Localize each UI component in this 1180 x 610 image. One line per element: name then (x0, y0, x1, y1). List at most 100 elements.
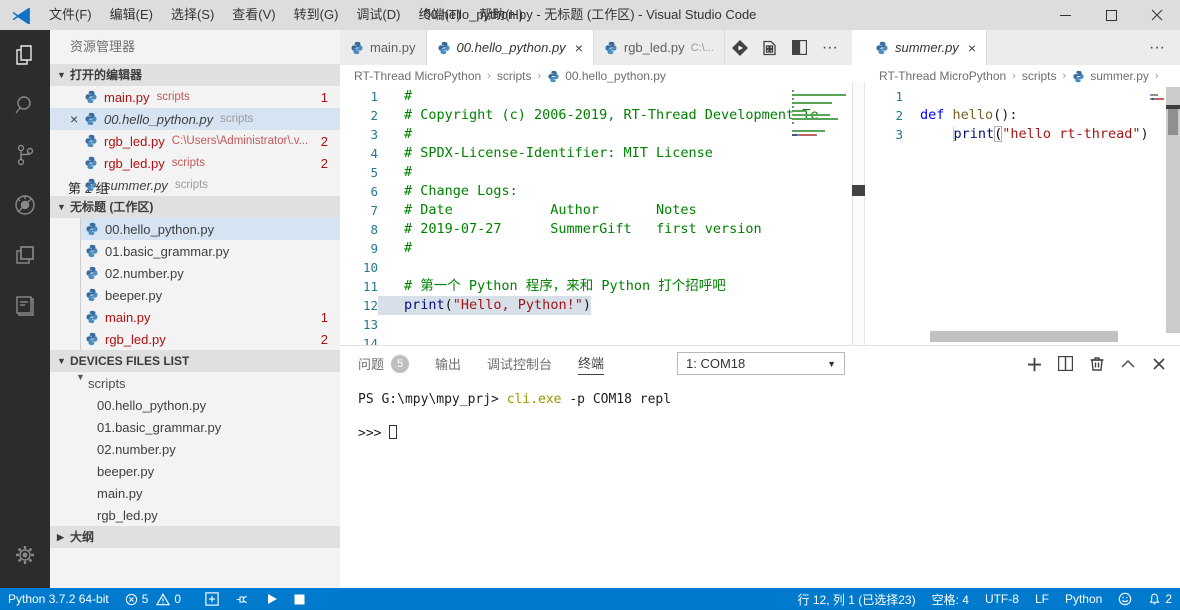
kill-terminal-icon[interactable] (1081, 346, 1112, 381)
tab-summer.py[interactable]: summer.py× (865, 30, 987, 65)
menu-item[interactable]: 终端(T) (409, 0, 470, 30)
python-file-icon (437, 41, 451, 55)
terminal-content[interactable]: PS G:\mpy\mpy_prj> cli.exe -p COM18 repl… (340, 381, 1180, 442)
tab-00.hello_python.py[interactable]: 00.hello_python.py× (427, 30, 594, 65)
problems-status[interactable]: 5 0 (117, 588, 197, 610)
menu-item[interactable]: 编辑(E) (101, 0, 162, 30)
code-line: 9# (340, 239, 852, 258)
menu-item[interactable]: 文件(F) (40, 0, 101, 30)
menu-item[interactable]: 转到(G) (285, 0, 348, 30)
code-editor-1[interactable]: 1#2# Copyright (c) 2006-2019, RT-Thread … (340, 87, 852, 345)
minimap[interactable] (792, 90, 850, 146)
device-file-item[interactable]: 00.hello_python.py (50, 394, 340, 416)
explorer-icon[interactable] (0, 30, 50, 80)
panel-tab-问题[interactable]: 问题5 (358, 346, 409, 381)
workspace-header[interactable]: ▼无标题 (工作区) (50, 196, 340, 218)
workspace-file-item[interactable]: rgb_led.py2 (81, 328, 340, 350)
status-item[interactable]: LF (1027, 588, 1057, 610)
download-icon[interactable] (197, 588, 227, 610)
device-file-item[interactable]: beeper.py (50, 460, 340, 482)
plug-icon[interactable] (227, 588, 258, 610)
more-actions-icon[interactable]: ··· (815, 30, 845, 65)
outline-header[interactable]: ▶大纲 (50, 526, 340, 548)
line-number: 12 (340, 296, 378, 315)
python-interpreter-status[interactable]: Python 3.7.2 64-bit (0, 588, 117, 610)
open-editor-item[interactable]: summer.pyscripts (50, 174, 340, 196)
menu-bar: 文件(F)编辑(E)选择(S)查看(V)转到(G)调试(D)终端(T)帮助(H) (40, 0, 532, 30)
status-item[interactable]: UTF-8 (977, 588, 1027, 610)
device-file-item[interactable]: main.py (50, 482, 340, 504)
workspace-file-item[interactable]: 00.hello_python.py (81, 218, 340, 240)
minimize-icon[interactable] (1042, 0, 1088, 30)
split-editor-icon[interactable] (785, 30, 815, 65)
menu-item[interactable]: 调试(D) (347, 0, 409, 30)
menu-item[interactable]: 选择(S) (162, 0, 223, 30)
panel-tab-终端[interactable]: 终端 (578, 346, 604, 381)
close-icon[interactable] (1134, 0, 1180, 30)
tab-rgb_led.py[interactable]: rgb_led.pyC:\... (594, 30, 725, 65)
new-terminal-icon[interactable]: ＋ (1019, 346, 1050, 381)
run-icon[interactable] (258, 588, 286, 610)
breadcrumb-item[interactable]: RT-Thread MicroPython (879, 69, 1006, 83)
tab-main.py[interactable]: main.py (340, 30, 427, 65)
feedback-smiley-icon[interactable] (1110, 588, 1140, 610)
maximize-panel-icon[interactable] (1112, 346, 1143, 381)
notebook-icon[interactable] (0, 280, 50, 330)
maximize-icon[interactable] (1088, 0, 1134, 30)
sync-file-icon[interactable] (755, 30, 785, 65)
panel-actions: ＋ (1019, 346, 1174, 381)
debug-icon[interactable] (0, 180, 50, 230)
workspace-file-item[interactable]: beeper.py (81, 284, 340, 306)
more-actions-icon[interactable]: ··· (1142, 30, 1172, 65)
menu-item[interactable]: 帮助(H) (470, 0, 532, 30)
line-number: 2 (340, 106, 378, 125)
horizontal-scrollbar[interactable] (930, 331, 1118, 342)
breadcrumb-item[interactable]: RT-Thread MicroPython (354, 69, 481, 83)
minimap-2[interactable] (1150, 90, 1164, 102)
source-control-icon[interactable] (0, 130, 50, 180)
device-file-item[interactable]: 01.basic_grammar.py (50, 416, 340, 438)
status-item[interactable]: Python (1057, 588, 1110, 610)
vertical-scrollbar[interactable] (1166, 87, 1180, 333)
breadcrumb-item[interactable]: summer.py (1090, 69, 1149, 83)
python-file-icon (85, 332, 99, 346)
settings-gear-icon[interactable] (0, 530, 50, 580)
close-icon[interactable]: × (968, 40, 976, 56)
close-icon[interactable]: × (575, 40, 583, 56)
panel-tab-输出[interactable]: 输出 (435, 346, 461, 381)
search-icon[interactable] (0, 80, 50, 130)
devices-folder-scripts[interactable]: ▼scripts (50, 372, 340, 394)
close-panel-icon[interactable] (1143, 346, 1174, 381)
breadcrumb-item[interactable]: scripts (497, 69, 532, 83)
vscode-window: 文件(F)编辑(E)选择(S)查看(V)转到(G)调试(D)终端(T)帮助(H)… (0, 0, 1180, 610)
breadcrumb-item[interactable]: 00.hello_python.py (565, 69, 666, 83)
status-item[interactable]: 行 12, 列 1 (已选择23) (790, 588, 924, 610)
code-line: 10 (340, 258, 852, 277)
workspace-file-item[interactable]: 02.number.py (81, 262, 340, 284)
panel-tab-调试控制台[interactable]: 调试控制台 (487, 346, 552, 381)
warning-count: 0 (174, 592, 181, 606)
split-terminal-icon[interactable] (1050, 346, 1081, 381)
status-item[interactable]: 空格: 4 (924, 588, 977, 610)
file-name: 01.basic_grammar.py (105, 244, 229, 259)
device-file-item[interactable]: 02.number.py (50, 438, 340, 460)
sash-handle[interactable] (852, 185, 865, 196)
error-icon (125, 593, 138, 606)
terminal-select[interactable]: 1: COM18 ▼ (677, 352, 845, 375)
code-editor-2[interactable]: 12def hello():3 print("hello rt-thread") (865, 87, 1180, 345)
stop-icon[interactable] (286, 588, 313, 610)
line-number: 3 (340, 125, 378, 144)
problems-count-badge: 5 (391, 355, 409, 373)
workspace-file-item[interactable]: main.py1 (81, 306, 340, 328)
devices-files-header[interactable]: ▼DEVICES FILES LIST (50, 350, 340, 372)
device-file-item[interactable]: rgb_led.py (50, 504, 340, 526)
menu-item[interactable]: 查看(V) (223, 0, 284, 30)
collapse-arrow-icon: ▼ (76, 372, 85, 382)
notifications-bell-icon[interactable]: 2 (1140, 588, 1180, 610)
breadcrumb-item[interactable]: scripts (1022, 69, 1057, 83)
run-icon[interactable] (725, 30, 755, 65)
activity-bar (0, 30, 50, 588)
file-detail: scripts (172, 157, 205, 169)
workspace-file-item[interactable]: 01.basic_grammar.py (81, 240, 340, 262)
extensions-icon[interactable] (0, 230, 50, 280)
